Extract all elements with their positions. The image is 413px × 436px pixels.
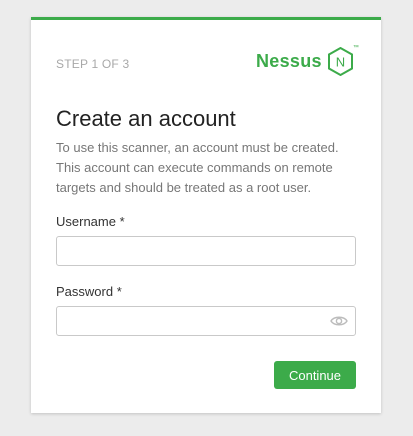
username-label: Username *: [56, 214, 125, 229]
page-description: To use this scanner, an account must be …: [56, 140, 339, 195]
logo-trademark: ™: [352, 44, 359, 51]
username-input[interactable]: [56, 236, 356, 266]
continue-button[interactable]: Continue: [274, 361, 356, 389]
page-title: Create an account: [56, 106, 236, 131]
logo-text: Nessus: [256, 50, 322, 71]
footer-decoration: [140, 430, 260, 436]
eye-icon[interactable]: [330, 314, 348, 328]
page: STEP 1 OF 3 Nessus N ™ Create an account…: [0, 0, 413, 436]
password-label: Password *: [56, 284, 122, 299]
setup-card: STEP 1 OF 3 Nessus N ™ Create an account…: [31, 17, 381, 413]
password-input[interactable]: [56, 306, 356, 336]
logo-mark-letter: N: [336, 54, 345, 69]
nessus-logo: Nessus N ™: [256, 45, 359, 77]
logo-mark-icon: N ™: [327, 45, 359, 76]
step-indicator: STEP 1 OF 3: [56, 57, 130, 71]
